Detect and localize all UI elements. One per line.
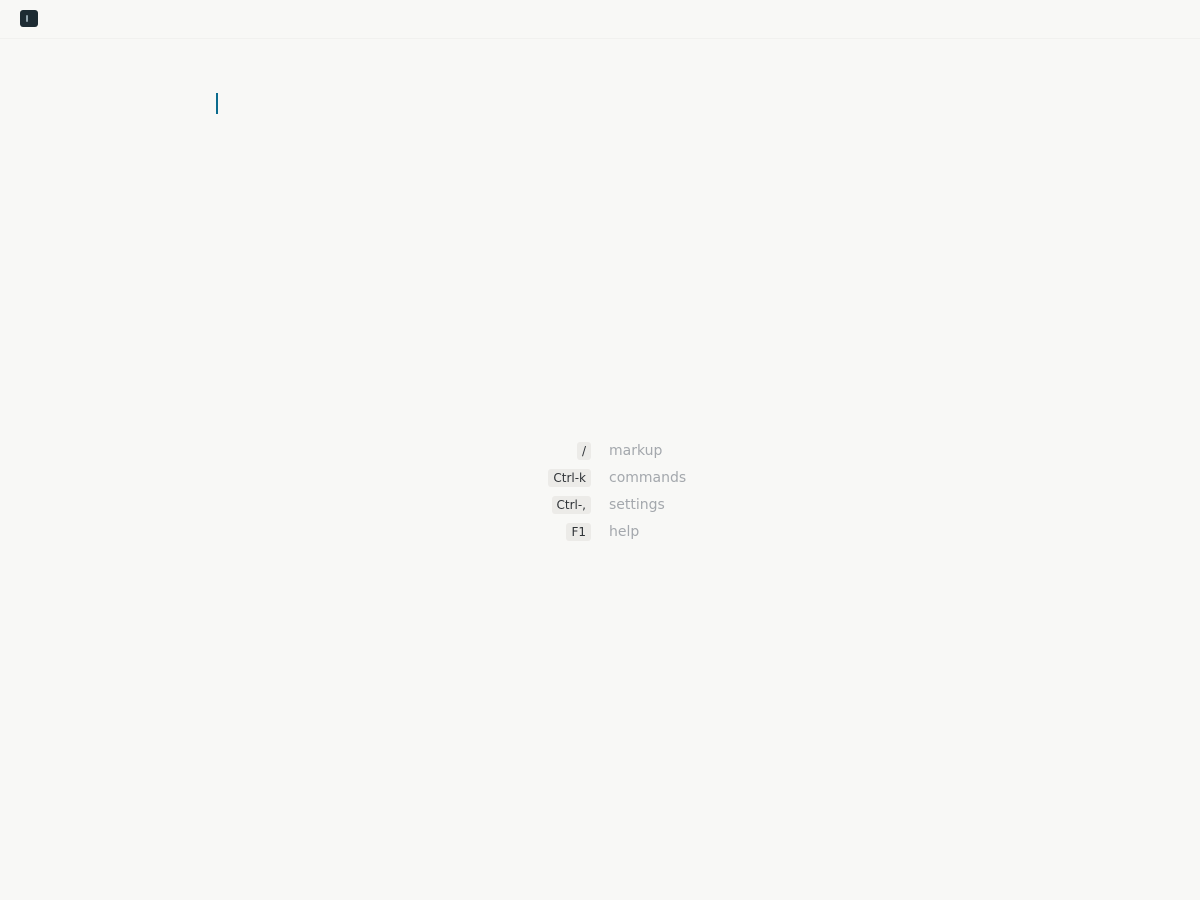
shortcut-row-help: F1 help — [520, 518, 740, 545]
shortcut-label: markup — [609, 442, 663, 459]
key-hint: Ctrl-k — [548, 468, 591, 487]
shortcut-row-settings: Ctrl-, settings — [520, 491, 740, 518]
app-logo-icon[interactable] — [20, 10, 38, 27]
shortcut-label: settings — [609, 496, 665, 513]
top-bar — [0, 0, 1200, 39]
app-window: / markup Ctrl-k commands Ctrl-, settings… — [0, 0, 1200, 900]
shortcut-row-markup: / markup — [520, 437, 740, 464]
key-hint: F1 — [566, 522, 591, 541]
key-hint: Ctrl-, — [551, 495, 591, 514]
shortcut-label: help — [609, 523, 640, 540]
key-hint: / — [576, 441, 591, 460]
text-caret — [216, 93, 218, 114]
editor-area[interactable]: / markup Ctrl-k commands Ctrl-, settings… — [0, 39, 1200, 900]
shortcut-hints: / markup Ctrl-k commands Ctrl-, settings… — [520, 437, 740, 545]
shortcut-row-commands: Ctrl-k commands — [520, 464, 740, 491]
shortcut-label: commands — [609, 469, 687, 486]
